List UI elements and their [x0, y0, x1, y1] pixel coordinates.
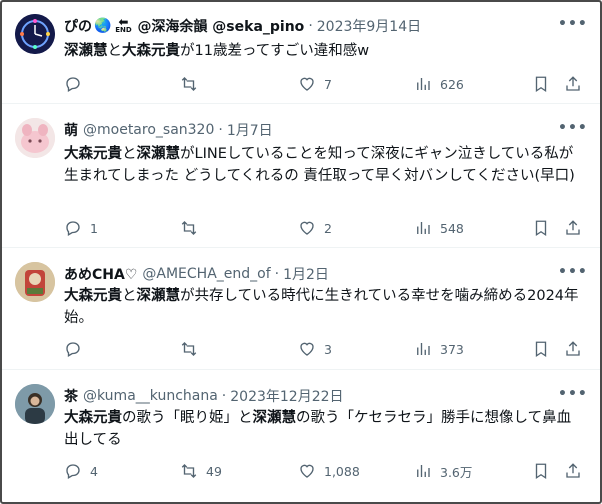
reply-icon	[66, 221, 80, 236]
display-name[interactable]: ぴの	[64, 16, 92, 36]
reply-button[interactable]: 4	[64, 461, 98, 481]
views-bar-chart-icon	[417, 222, 430, 234]
tweet-text: 深瀬慧と大森元貴が11歳差ってすごい違和感w	[64, 43, 370, 59]
timestamp[interactable]: 2023年9月14日	[317, 16, 421, 36]
tweet-list: ぴの 🌏 ⬅ END @深海余韻 @seka_pino · 2023年9月14日…	[0, 0, 602, 504]
reply-button[interactable]: 1	[64, 218, 98, 238]
heart-icon	[300, 464, 314, 478]
reply-icon	[66, 464, 80, 479]
like-button[interactable]: 2	[298, 218, 332, 238]
avatar[interactable]	[15, 262, 55, 302]
bookmark-button[interactable]	[532, 218, 550, 238]
tweet-header: ぴの 🌏 ⬅ END @深海余韻 @seka_pino · 2023年9月14日	[64, 15, 422, 36]
share-button[interactable]	[564, 339, 582, 359]
heart-icon	[300, 77, 314, 91]
tweet-header: 萌 @moetaro_san320 · 1月7日	[64, 120, 273, 140]
handle[interactable]: @AMECHA_end_of	[142, 266, 270, 282]
retweet-button[interactable]	[180, 74, 206, 94]
end-arrow-icon: ⬅ END	[115, 15, 132, 34]
globe-emoji: 🌏	[94, 18, 112, 34]
retweet-icon	[181, 464, 197, 478]
reply-button[interactable]	[64, 339, 90, 359]
retweet-button[interactable]	[180, 339, 206, 359]
tweet-header: 茶 @kuma__kunchana · 2023年12月22日	[64, 386, 344, 406]
reply-button[interactable]	[64, 74, 90, 94]
avatar[interactable]	[15, 384, 55, 424]
handle[interactable]: @moetaro_san320	[83, 122, 214, 138]
avatar[interactable]	[15, 118, 55, 158]
share-icon	[566, 341, 580, 356]
share-icon	[566, 220, 580, 235]
avatar-figure-image	[15, 262, 55, 302]
views-bar-chart-icon	[417, 78, 430, 90]
more-dots-icon[interactable]: •••	[558, 265, 587, 280]
bookmark-button[interactable]	[532, 339, 550, 359]
retweet-button[interactable]: 49	[180, 461, 222, 481]
bookmark-icon	[535, 341, 547, 358]
tweet-2[interactable]: 萌 @moetaro_san320 · 1月7日 ••• 大森元貴と深瀬慧がLI…	[2, 104, 600, 248]
bookmark-icon	[535, 463, 547, 480]
more-dots-icon[interactable]: •••	[558, 121, 587, 136]
more-dots-icon[interactable]: •••	[558, 17, 587, 32]
action-bar: 1 2 548	[64, 218, 594, 238]
like-button[interactable]: 1,088	[298, 461, 360, 481]
heart-icon	[300, 221, 314, 235]
timestamp[interactable]: 1月2日	[283, 264, 329, 284]
timestamp[interactable]: 2023年12月22日	[230, 386, 343, 406]
like-button[interactable]: 7	[298, 74, 332, 94]
share-icon	[566, 463, 580, 478]
views-bar-chart-icon	[417, 343, 430, 355]
tweet-3[interactable]: あめCHA♡ @AMECHA_end_of · 1月2日 ••• 大森元貴と深瀬…	[2, 248, 600, 370]
bookmark-button[interactable]	[532, 461, 550, 481]
tweet-1[interactable]: ぴの 🌏 ⬅ END @深海余韻 @seka_pino · 2023年9月14日…	[2, 2, 600, 104]
bookmark-icon	[535, 76, 547, 93]
share-button[interactable]	[564, 74, 582, 94]
views-button[interactable]: 548	[414, 218, 464, 238]
tweet-text: 大森元貴と深瀬慧が共存している時代に生きれている幸せを噛み締める2024年始。	[64, 288, 579, 326]
display-name[interactable]: 茶	[64, 386, 78, 406]
retweet-icon	[181, 77, 197, 91]
action-bar: 3 373	[64, 339, 594, 359]
tweet-text: 大森元貴の歌う「眠り姫」と深瀬慧の歌う「ケセラセラ」勝手に想像して鼻血出してる	[64, 410, 572, 448]
views-button[interactable]: 3.6万	[414, 461, 472, 481]
retweet-icon	[181, 221, 197, 235]
avatar-clock-image	[15, 14, 55, 54]
avatar-pink-animal-image	[15, 118, 55, 158]
retweet-button[interactable]	[180, 218, 206, 238]
share-button[interactable]	[564, 218, 582, 238]
views-bar-chart-icon	[417, 465, 430, 477]
views-button[interactable]: 373	[414, 339, 464, 359]
bookmark-icon	[535, 220, 547, 237]
display-name[interactable]: 萌	[64, 120, 78, 140]
tweet-4[interactable]: 茶 @kuma__kunchana · 2023年12月22日 ••• 大森元貴…	[2, 370, 600, 502]
views-button[interactable]: 626	[414, 74, 464, 94]
tweet-header: あめCHA♡ @AMECHA_end_of · 1月2日	[64, 264, 329, 284]
heart-icon	[300, 342, 314, 356]
handle[interactable]: @深海余韻 @seka_pino	[137, 16, 304, 36]
display-name[interactable]: あめCHA♡	[64, 264, 137, 284]
like-button[interactable]: 3	[298, 339, 332, 359]
reply-icon	[66, 342, 80, 357]
bookmark-button[interactable]	[532, 74, 550, 94]
timestamp[interactable]: 1月7日	[227, 120, 273, 140]
action-bar: 4 49 1,088 3.6万	[64, 461, 594, 481]
tweet-text: 大森元貴と深瀬慧がLINEしていることを知って深夜にギャン泣きしている私が生まれ…	[64, 146, 575, 184]
action-bar: 7 626	[64, 74, 594, 94]
avatar-person-image	[15, 384, 55, 424]
share-button[interactable]	[564, 461, 582, 481]
avatar[interactable]	[15, 14, 55, 54]
handle[interactable]: @kuma__kunchana	[83, 388, 218, 404]
retweet-icon	[181, 342, 197, 356]
reply-icon	[66, 77, 80, 92]
share-icon	[566, 76, 580, 91]
more-dots-icon[interactable]: •••	[558, 387, 587, 402]
